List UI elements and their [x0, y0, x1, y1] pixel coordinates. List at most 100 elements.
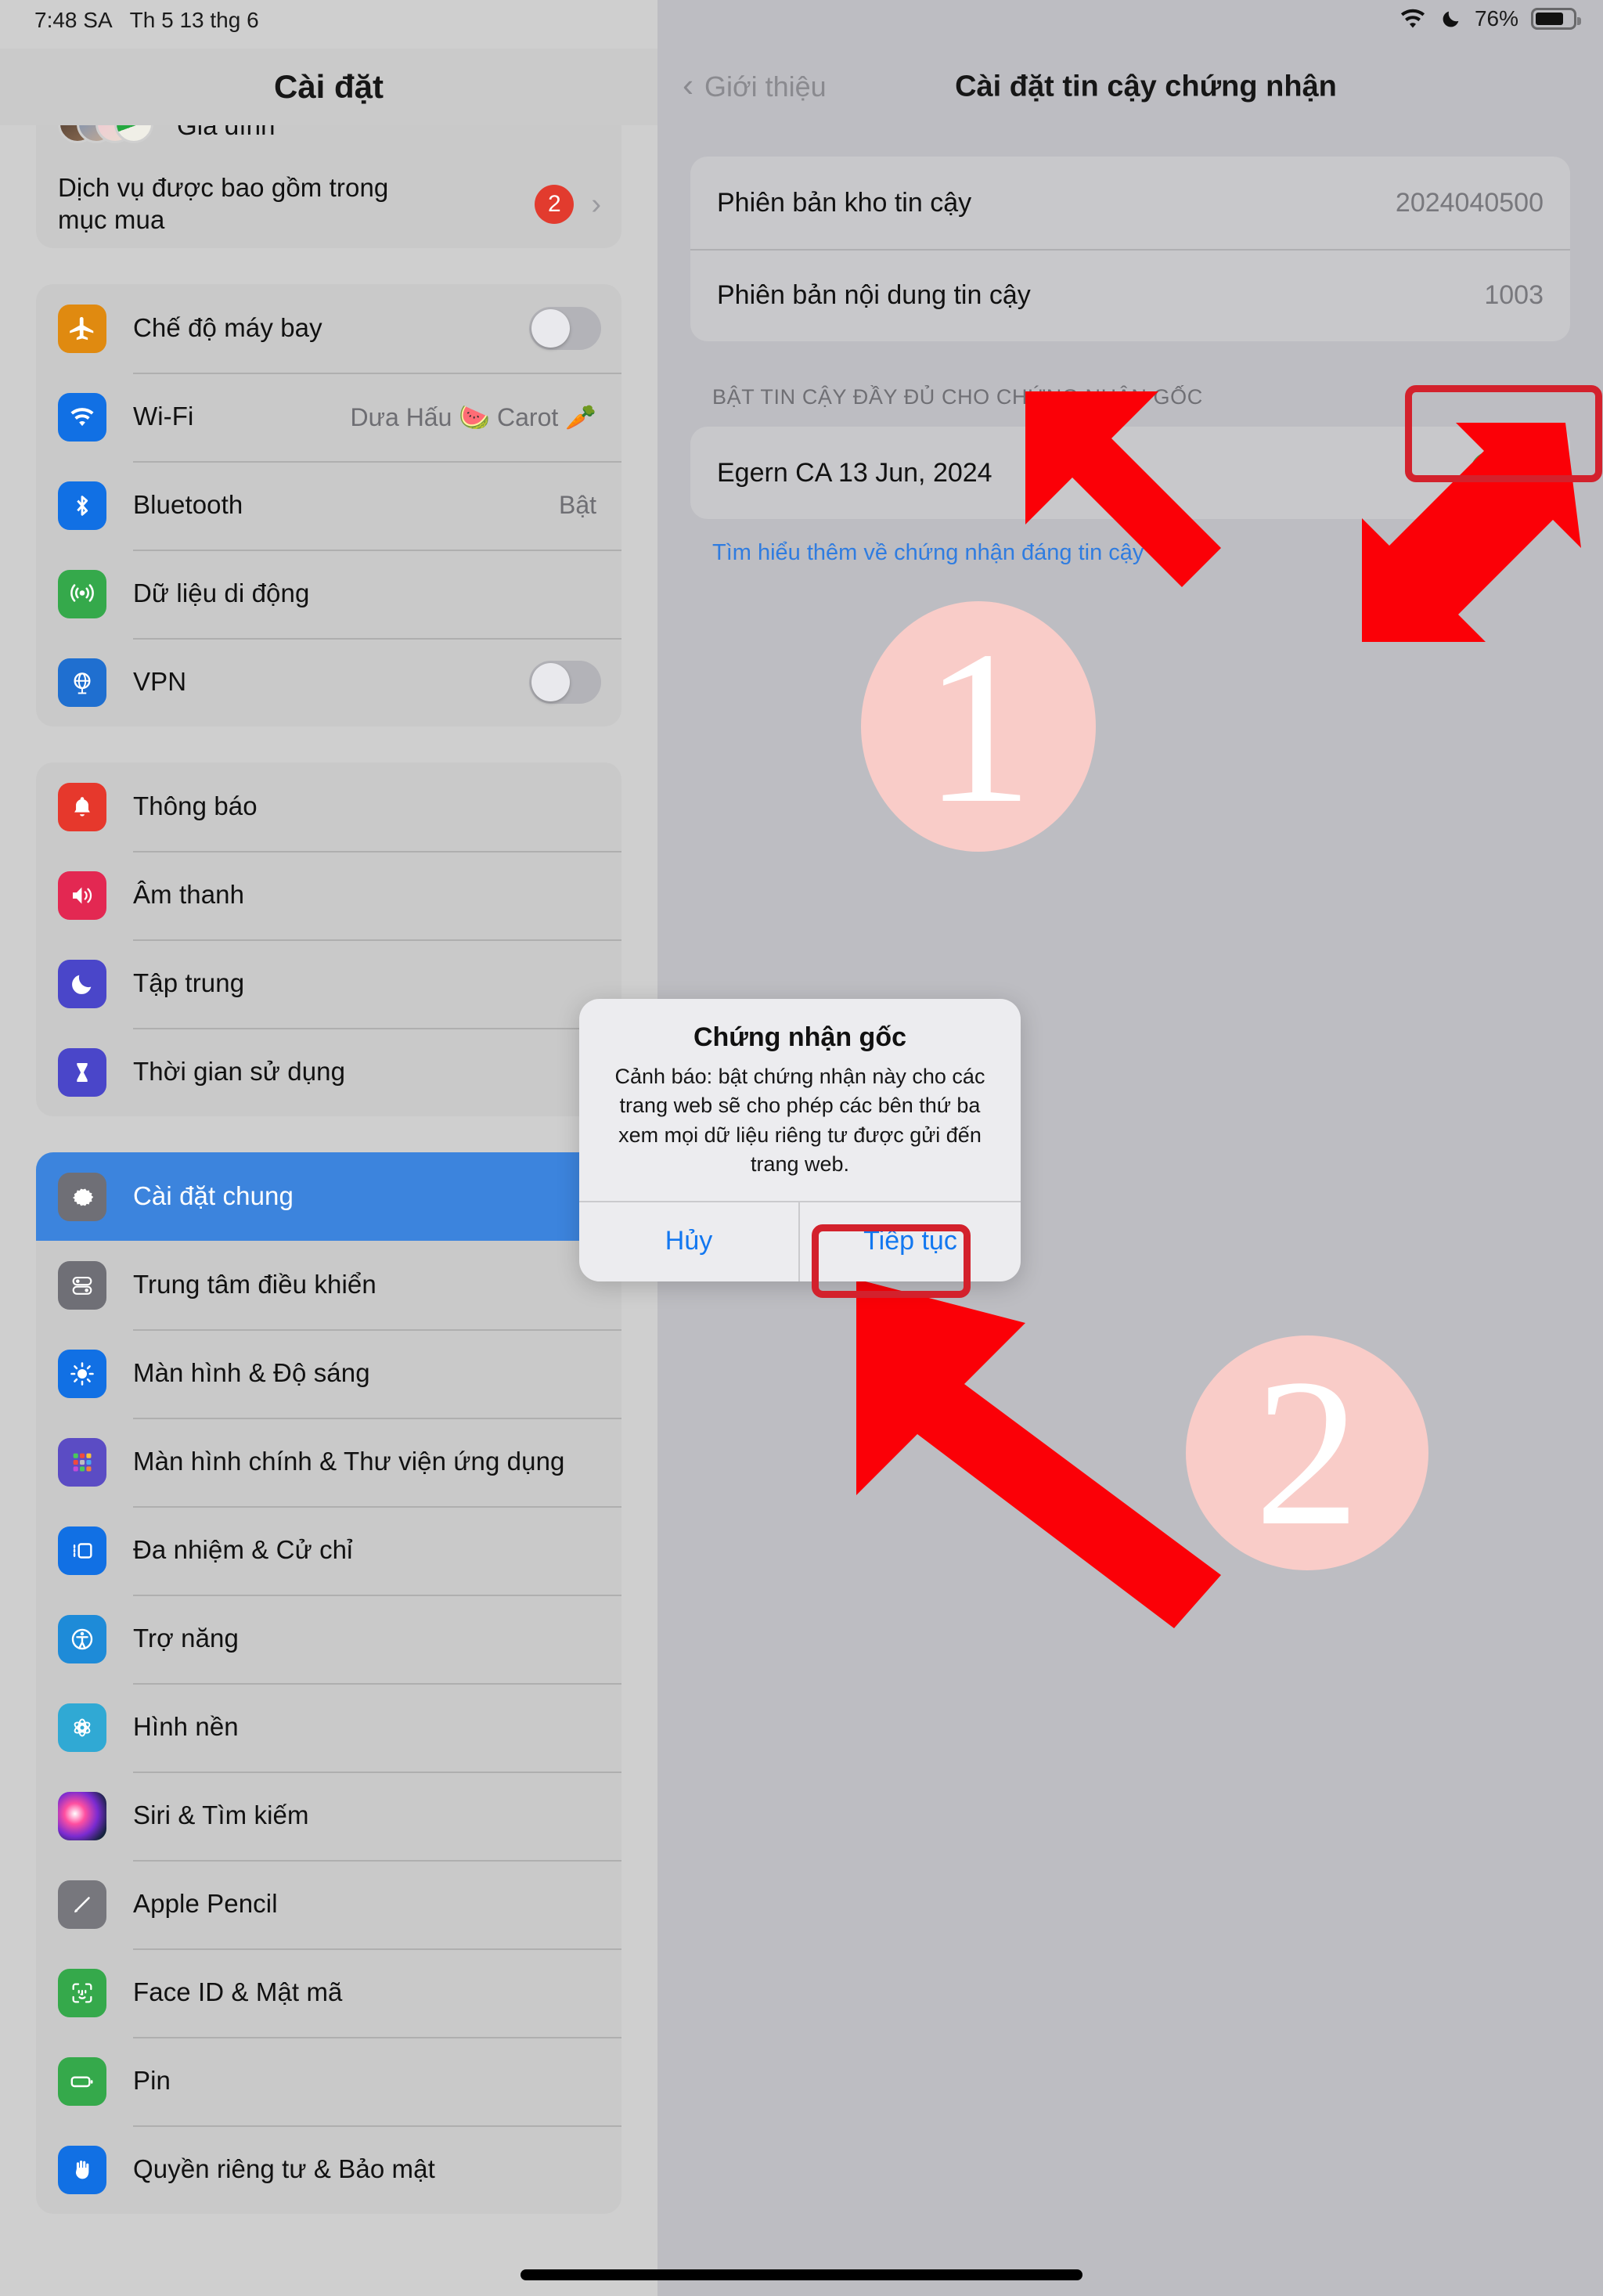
row-value: 1003 — [1484, 279, 1544, 310]
sidebar-item-airplane-mode[interactable]: Chế độ máy bay — [36, 284, 621, 373]
gear-icon — [58, 1172, 106, 1221]
sidebar-group-connectivity: Chế độ máy bay Wi-Fi Dưa Hấu 🍉 Carot 🥕 B… — [36, 284, 621, 726]
vpn-globe-icon — [58, 658, 106, 707]
sidebar-item-privacy-security[interactable]: Quyền riêng tư & Bảo mật — [36, 2125, 621, 2214]
settings-sidebar: Cài đặt Gia đình Dịch vụ được bao gồm tr… — [0, 0, 657, 2296]
sidebar-item-label: Bluetooth — [133, 490, 243, 520]
speaker-icon — [58, 870, 106, 920]
sidebar-item-accessibility[interactable]: Trợ năng — [36, 1595, 621, 1683]
home-indicator — [521, 2269, 1082, 2280]
sidebar-item-sounds[interactable]: Âm thanh — [36, 851, 621, 939]
bluetooth-icon — [58, 481, 106, 530]
sidebar-item-label: Wi-Fi — [133, 402, 194, 431]
sidebar-item-vpn[interactable]: VPN — [36, 638, 621, 726]
app-library-icon — [58, 1437, 106, 1487]
sidebar-item-label: Trợ năng — [133, 1624, 239, 1653]
status-bar-right: 76% — [1398, 6, 1581, 31]
table-row[interactable]: Egern CA 13 Jun, 2024 — [690, 427, 1570, 519]
sidebar-item-apple-pencil[interactable]: Apple Pencil — [36, 1860, 621, 1948]
sidebar-item-label: Màn hình & Độ sáng — [133, 1358, 370, 1388]
trust-versions-card: Phiên bản kho tin cậy 2024040500 Phiên b… — [690, 157, 1570, 341]
bell-icon — [58, 782, 106, 831]
sidebar-item-siri-search[interactable]: Siri & Tìm kiếm — [36, 1772, 621, 1860]
alert-message: Cảnh báo: bật chứng nhận này cho các tra… — [614, 1065, 985, 1176]
airplane-icon — [58, 304, 106, 353]
wifi-icon — [58, 392, 106, 442]
accessibility-icon — [58, 1614, 106, 1663]
vpn-toggle[interactable] — [529, 661, 601, 704]
status-bar: 7:48 SA Th 5 13 thg 6 76% — [0, 0, 1603, 49]
sidebar-item-focus[interactable]: Tập trung — [36, 939, 621, 1028]
sidebar-item-label: Màn hình chính & Thư viện ứng dụng — [133, 1447, 565, 1476]
moon-icon — [1440, 7, 1462, 31]
table-row: Phiên bản kho tin cậy 2024040500 — [690, 157, 1570, 249]
status-bar-left: 7:48 SA Th 5 13 thg 6 — [34, 8, 259, 33]
sidebar-item-label: Chế độ máy bay — [133, 313, 322, 343]
sidebar-scroll-area[interactable]: Gia đình Dịch vụ được bao gồm trong mục … — [0, 92, 657, 2296]
hourglass-icon — [58, 1047, 106, 1097]
sidebar-item-battery[interactable]: Pin — [36, 2037, 621, 2125]
sidebar-item-display-brightness[interactable]: Màn hình & Độ sáng — [36, 1329, 621, 1418]
row-label: Phiên bản kho tin cậy — [717, 187, 972, 218]
battery-icon — [1531, 8, 1581, 30]
ipad-settings-screen: 7:48 SA Th 5 13 thg 6 76% Cài đặt Gia đì… — [0, 0, 1603, 2296]
wallpaper-icon — [58, 1703, 106, 1752]
pencil-icon — [58, 1880, 106, 1929]
brightness-icon — [58, 1349, 106, 1398]
control-center-icon — [58, 1260, 106, 1310]
chevron-right-icon: › — [591, 187, 601, 221]
sidebar-item-label: Tập trung — [133, 968, 245, 998]
cellular-icon — [58, 569, 106, 618]
continue-button[interactable]: Tiếp tục — [800, 1202, 1021, 1281]
bluetooth-state-value: Bật — [558, 491, 596, 519]
sidebar-item-general[interactable]: Cài đặt chung — [36, 1152, 621, 1241]
root-certificate-alert: Chứng nhận gốc Cảnh báo: bật chứng nhận … — [579, 999, 1021, 1281]
sidebar-item-face-id-passcode[interactable]: Face ID & Mật mã — [36, 1948, 621, 2037]
airplane-mode-toggle[interactable] — [529, 307, 601, 350]
sidebar-item-multitasking-gestures[interactable]: Đa nhiệm & Cử chỉ — [36, 1506, 621, 1595]
detail-nav-bar: ‹ Giới thiệu Cài đặt tin cậy chứng nhận — [657, 49, 1603, 125]
sidebar-item-label: Pin — [133, 2066, 171, 2096]
certificate-trust-toggle[interactable] — [1470, 451, 1544, 495]
learn-more-link[interactable]: Tìm hiểu thêm về chứng nhận đáng tin cậy — [712, 540, 1144, 566]
sidebar-group-general: Cài đặt chung Trung tâm điều khiển Màn h… — [36, 1152, 621, 2214]
sidebar-item-label: Trung tâm điều khiển — [133, 1270, 376, 1299]
sidebar-item-notifications[interactable]: Thông báo — [36, 762, 621, 851]
sidebar-item-screen-time[interactable]: Thời gian sử dụng — [36, 1028, 621, 1116]
sidebar-item-home-screen-app-library[interactable]: Màn hình chính & Thư viện ứng dụng — [36, 1418, 621, 1506]
page-title: Cài đặt — [0, 49, 657, 125]
sidebar-item-label: Siri & Tìm kiếm — [133, 1800, 309, 1830]
alert-title: Chứng nhận gốc — [693, 1022, 907, 1052]
sidebar-item-label: Đa nhiệm & Cử chỉ — [133, 1535, 353, 1565]
siri-icon — [58, 1791, 106, 1840]
wifi-network-value: Dưa Hấu 🍉 Carot 🥕 — [350, 402, 596, 431]
sidebar-item-included-services[interactable]: Dịch vụ được bao gồm trong mục mua 2 › — [36, 160, 621, 248]
sidebar-item-wallpaper[interactable]: Hình nền — [36, 1683, 621, 1772]
sidebar-item-cellular[interactable]: Dữ liệu di động — [36, 550, 621, 638]
sidebar-item-label: Quyền riêng tư & Bảo mật — [133, 2154, 435, 2184]
multitasking-icon — [58, 1526, 106, 1575]
step-2-badge: 2 — [1186, 1335, 1428, 1570]
sidebar-item-label: Dữ liệu di động — [133, 579, 310, 608]
sidebar-item-wifi[interactable]: Wi-Fi Dưa Hấu 🍉 Carot 🥕 — [36, 373, 621, 461]
status-badge: 2 — [535, 184, 575, 224]
face-id-icon — [58, 1968, 106, 2017]
status-time: 7:48 SA — [34, 8, 113, 32]
sidebar-item-label: Thông báo — [133, 791, 258, 821]
alert-body: Chứng nhận gốc Cảnh báo: bật chứng nhận … — [579, 999, 1021, 1201]
sidebar-item-label: Hình nền — [133, 1712, 239, 1742]
sidebar-item-bluetooth[interactable]: Bluetooth Bật — [36, 461, 621, 550]
sidebar-group-notifications: Thông báo Âm thanh Tập trung Thời gian s… — [36, 762, 621, 1116]
cancel-button[interactable]: Hủy — [579, 1202, 800, 1281]
moon-icon — [58, 959, 106, 1008]
row-label: Phiên bản nội dung tin cậy — [717, 279, 1031, 310]
sidebar-item-label: VPN — [133, 667, 187, 697]
certificate-label: Egern CA 13 Jun, 2024 — [717, 457, 992, 488]
battery-percent: 76% — [1474, 6, 1518, 31]
sidebar-item-label: Âm thanh — [133, 880, 245, 910]
sidebar-item-control-center[interactable]: Trung tâm điều khiển — [36, 1241, 621, 1329]
sidebar-item-label: Dịch vụ được bao gồm trong mục mua — [58, 173, 389, 234]
sidebar-item-label: Apple Pencil — [133, 1889, 278, 1919]
section-header: BẬT TIN CẬY ĐẦY ĐỦ CHO CHỨNG NHẬN GỐC — [712, 385, 1203, 409]
root-certificate-card: Egern CA 13 Jun, 2024 — [690, 427, 1570, 519]
